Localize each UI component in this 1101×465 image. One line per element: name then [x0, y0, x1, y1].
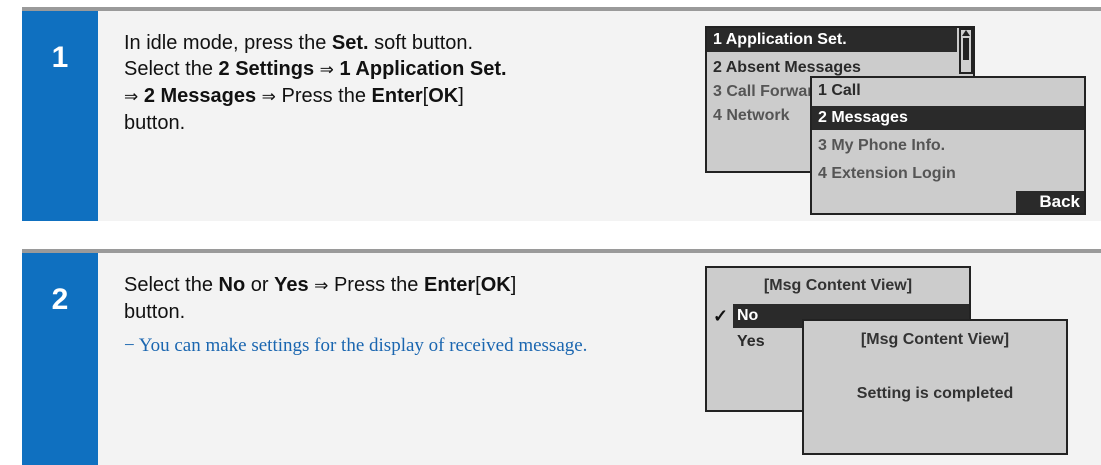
arrow-icon: ⇒	[124, 87, 139, 107]
instruction-line: Select the 2 Settings ⇒ 1 Application Se…	[124, 58, 507, 80]
menu-item-selected: 1 Application Set.	[707, 28, 957, 52]
step-number-badge: 1	[22, 11, 98, 221]
menu-item-selected: 2 Messages	[812, 106, 1084, 130]
instruction-line: In idle mode, press the Set. soft button…	[124, 32, 474, 54]
step2-instructions: Select the No or Yes ⇒ Press the Enter[O…	[124, 272, 516, 325]
step1-instructions: In idle mode, press the Set. soft button…	[124, 30, 507, 136]
back-softkey[interactable]: Back	[1016, 191, 1084, 213]
arrow-icon: ⇒	[261, 87, 276, 107]
scroll-up-icon	[962, 30, 970, 36]
instruction-line: button.	[124, 112, 186, 134]
checkmark-icon: ✓	[713, 306, 729, 326]
screen-title: [Msg Content View]	[860, 331, 1010, 348]
scrollbar	[959, 28, 973, 74]
arrow-icon: ⇒	[314, 276, 329, 296]
menu-item: 3 My Phone Info.	[818, 137, 946, 154]
step-number: 1	[51, 41, 69, 74]
menu-item: 4 Extension Login	[818, 165, 956, 182]
phone-screen-submenu: 1 Call 2 Messages 3 My Phone Info. 4 Ext…	[810, 76, 1086, 215]
confirmation-message: Setting is completed	[856, 385, 1014, 402]
instruction-note: − You can make settings for the display …	[124, 335, 588, 356]
step-number-badge: 2	[22, 253, 98, 465]
instruction-line: button.	[124, 301, 186, 323]
instruction-line: Select the No or Yes ⇒ Press the Enter[O…	[124, 274, 517, 296]
phone-screen-confirmation: [Msg Content View] Setting is completed	[802, 319, 1068, 455]
step-number: 2	[51, 283, 69, 316]
scroll-thumb	[963, 38, 969, 60]
menu-item: 1 Call	[818, 82, 861, 99]
instruction-line: ⇒ 2 Messages ⇒ Press the Enter[OK]	[124, 85, 464, 107]
screen-title: [Msg Content View]	[763, 277, 913, 294]
arrow-icon: ⇒	[319, 60, 334, 80]
